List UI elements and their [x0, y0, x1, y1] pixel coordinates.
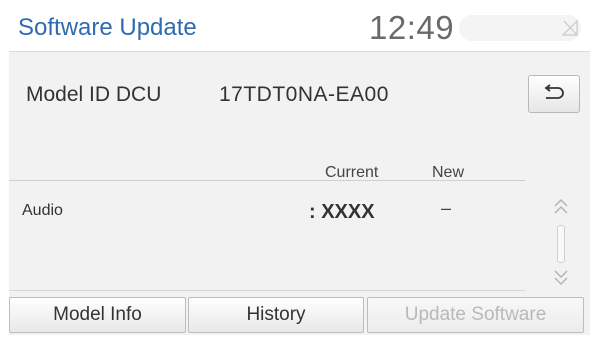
update-software-button[interactable]: Update Software	[367, 297, 584, 333]
status-area	[459, 15, 581, 41]
double-chevron-up-icon[interactable]	[553, 197, 569, 217]
divider	[9, 180, 525, 181]
software-update-screen: Software Update 12:49 Model ID DCU 17TDT…	[9, 5, 590, 335]
row-label: Audio	[22, 202, 63, 219]
no-signal-icon	[561, 19, 578, 36]
model-id-label: Model ID DCU	[26, 83, 162, 106]
model-id-row: Model ID DCU 17TDT0NA-EA00	[9, 65, 590, 120]
row-new-version: –	[441, 198, 452, 218]
scrollbar-track[interactable]	[557, 225, 565, 263]
divider	[9, 290, 525, 291]
back-arrow-icon	[544, 84, 564, 99]
row-current-version: : XXXX	[309, 201, 375, 223]
clock: 12:49	[369, 9, 455, 46]
history-button[interactable]: History	[188, 297, 364, 333]
back-button[interactable]	[528, 75, 580, 113]
title-bar: Software Update 12:49	[9, 5, 590, 52]
page-title: Software Update	[18, 14, 197, 41]
double-chevron-down-icon[interactable]	[553, 267, 569, 287]
model-info-button[interactable]: Model Info	[9, 297, 186, 333]
model-id-value: 17TDT0NA-EA00	[219, 83, 389, 106]
